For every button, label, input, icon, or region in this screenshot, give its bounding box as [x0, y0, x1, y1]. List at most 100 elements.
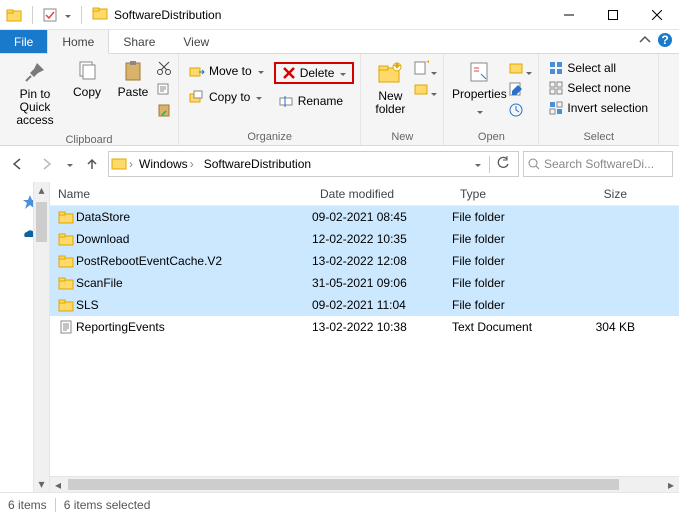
group-label: Clipboard [0, 134, 178, 148]
breadcrumb-item[interactable]: SoftwareDistribution [200, 157, 315, 171]
qat-dropdown[interactable] [63, 8, 71, 22]
recent-dropdown[interactable] [62, 152, 76, 176]
copy-path-icon[interactable] [156, 81, 172, 100]
history-icon[interactable] [508, 102, 532, 121]
table-row[interactable]: SLS09-02-2021 11:04File folder [50, 294, 679, 316]
group-new: ✦ New folder ✦ New [361, 54, 444, 145]
navigation-bar: › Windows › SoftwareDistribution Search … [0, 146, 679, 182]
folder-icon [58, 231, 76, 247]
close-button[interactable] [635, 0, 679, 30]
new-item-icon[interactable]: ✦ [413, 60, 437, 79]
invert-label: Invert selection [567, 101, 648, 115]
pin-label: Pin to Quick access [8, 88, 62, 128]
help-icon[interactable]: ? [657, 32, 673, 51]
item-name: ReportingEvents [76, 320, 312, 334]
breadcrumb-item[interactable]: Windows › [135, 157, 198, 171]
up-button[interactable] [80, 152, 104, 176]
new-folder-button[interactable]: ✦ New folder [367, 56, 413, 120]
title-bar: SoftwareDistribution [0, 0, 679, 30]
item-count: 6 items [8, 498, 47, 512]
item-date: 09-02-2021 11:04 [312, 298, 452, 312]
move-to-button[interactable]: Move to [185, 62, 268, 80]
item-date: 13-02-2022 12:08 [312, 254, 452, 268]
group-label: Open [444, 131, 538, 145]
select-all-button[interactable]: Select all [545, 60, 652, 76]
search-placeholder: Search SoftwareDi... [544, 157, 654, 171]
refresh-button[interactable] [489, 156, 516, 173]
copy-button[interactable]: Copy [64, 56, 110, 103]
delete-button[interactable]: Delete [274, 62, 355, 84]
copy-to-label: Copy to [209, 90, 250, 104]
quick-access-toolbar [0, 6, 86, 24]
select-all-label: Select all [567, 61, 616, 75]
edit-icon[interactable] [508, 81, 532, 100]
scrollbar-thumb[interactable] [68, 479, 619, 490]
group-select: Select all Select none Invert selection … [539, 54, 659, 145]
rename-button[interactable]: Rename [274, 92, 355, 110]
search-box[interactable]: Search SoftwareDi... [523, 151, 673, 177]
horizontal-scrollbar[interactable]: ◂ ▸ [50, 476, 679, 492]
select-none-button[interactable]: Select none [545, 80, 652, 96]
select-none-label: Select none [567, 81, 630, 95]
properties-button[interactable]: Properties [450, 56, 508, 122]
item-name: Download [76, 232, 312, 246]
item-size: 304 KB [570, 320, 635, 334]
item-name: SLS [76, 298, 312, 312]
properties-label: Properties [452, 88, 507, 101]
folder-icon [58, 297, 76, 313]
open-icon[interactable] [508, 60, 532, 79]
tab-file[interactable]: File [0, 30, 47, 53]
svg-text:?: ? [661, 33, 668, 47]
paste-shortcut-icon[interactable] [156, 102, 172, 121]
file-icon [58, 319, 76, 335]
table-row[interactable]: ReportingEvents13-02-2022 10:38Text Docu… [50, 316, 679, 338]
forward-button[interactable] [34, 152, 58, 176]
search-icon [528, 158, 540, 170]
item-type: File folder [452, 298, 570, 312]
file-list: Name Date modified Type Size DataStore09… [50, 182, 679, 492]
table-row[interactable]: ScanFile31-05-2021 09:06File folder [50, 272, 679, 294]
item-type: File folder [452, 210, 570, 224]
separator [81, 6, 82, 24]
move-to-label: Move to [209, 64, 252, 78]
back-button[interactable] [6, 152, 30, 176]
header-type[interactable]: Type [452, 187, 570, 201]
group-label: New [361, 131, 443, 145]
group-label: Select [539, 131, 658, 145]
folder-icon [58, 253, 76, 269]
header-name[interactable]: Name [50, 187, 312, 201]
copy-to-button[interactable]: Copy to [185, 88, 268, 106]
folder-icon [6, 7, 22, 23]
delete-label: Delete [300, 66, 335, 80]
navpane-scrollbar[interactable]: ▴ ▾ [33, 182, 49, 492]
checkbox-icon[interactable] [43, 8, 57, 22]
copy-label: Copy [73, 86, 101, 99]
paste-button[interactable]: Paste [110, 56, 156, 103]
minimize-button[interactable] [547, 0, 591, 30]
window-folder-icon [92, 5, 108, 24]
table-row[interactable]: Download12-02-2022 10:35File folder [50, 228, 679, 250]
address-dropdown[interactable] [473, 157, 487, 171]
group-clipboard: Pin to Quick access Copy Paste Clipboard [0, 54, 179, 145]
item-type: File folder [452, 232, 570, 246]
header-size[interactable]: Size [570, 187, 635, 201]
address-bar[interactable]: › Windows › SoftwareDistribution [108, 151, 519, 177]
tab-view[interactable]: View [169, 30, 223, 53]
maximize-button[interactable] [591, 0, 635, 30]
svg-text:✦: ✦ [392, 60, 402, 73]
navigation-pane[interactable]: ▴ ▾ [0, 182, 50, 492]
collapse-ribbon-icon[interactable] [639, 34, 651, 49]
invert-selection-button[interactable]: Invert selection [545, 100, 652, 116]
pin-quick-access-button[interactable]: Pin to Quick access [6, 56, 64, 132]
scrollbar-thumb[interactable] [36, 202, 47, 242]
tab-home[interactable]: Home [47, 30, 109, 54]
header-date[interactable]: Date modified [312, 187, 452, 201]
cut-icon[interactable] [156, 60, 172, 79]
table-row[interactable]: DataStore09-02-2021 08:45File folder [50, 206, 679, 228]
group-open: Properties Open [444, 54, 539, 145]
window-title: SoftwareDistribution [114, 8, 221, 22]
selection-count: 6 items selected [64, 498, 151, 512]
easy-access-icon[interactable] [413, 81, 437, 100]
tab-share[interactable]: Share [109, 30, 169, 53]
table-row[interactable]: PostRebootEventCache.V213-02-2022 12:08F… [50, 250, 679, 272]
